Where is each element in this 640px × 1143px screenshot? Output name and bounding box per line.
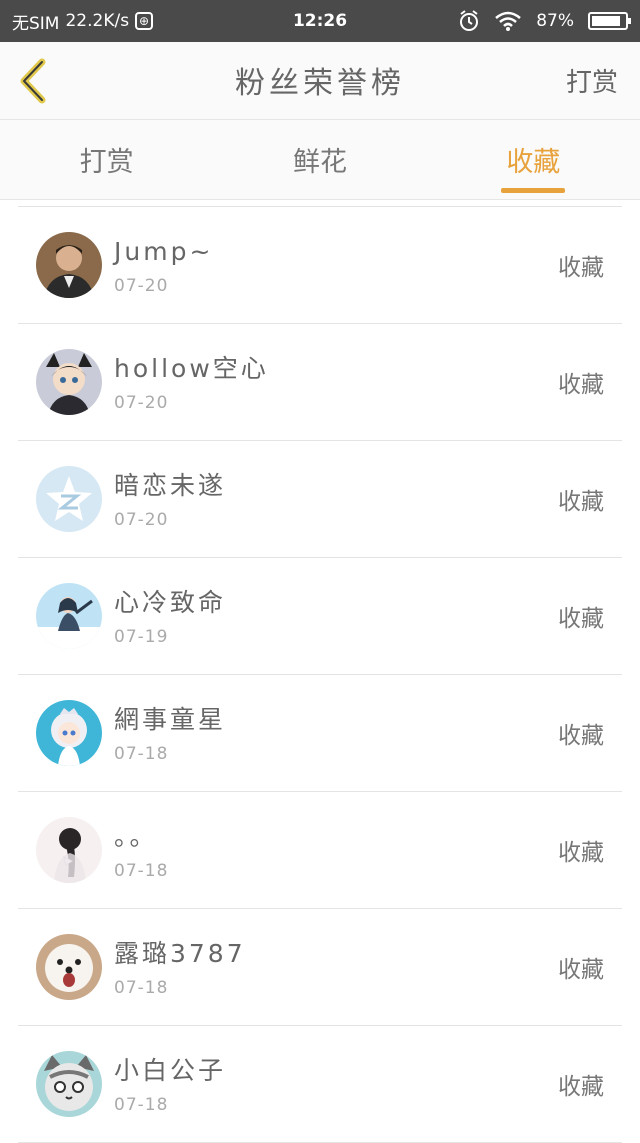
cartoon-cat-avatar-icon [36,1051,102,1117]
fan-action-label: 收藏 [558,1074,604,1100]
fan-date: 07-20 [114,393,169,413]
reward-button[interactable]: 打赏 [566,62,618,99]
fan-info: hollow空心 07-20 [114,351,269,413]
tab-reward[interactable]: 打赏 [0,120,213,199]
tab-bar: 打赏 鲜花 收藏 [0,120,640,200]
fan-date: 07-19 [114,627,169,647]
fan-date: 07-20 [114,276,169,296]
fan-name: hollow空心 [114,354,269,383]
fan-action-label: 收藏 [558,957,604,983]
list-item[interactable]: 暗恋未遂 07-20 收藏 [18,441,622,558]
qzone-default-avatar-icon [36,466,102,532]
tab-favorites[interactable]: 收藏 [427,120,640,199]
list-item[interactable]: 心冷致命 07-19 收藏 [18,558,622,675]
man-portrait-avatar-icon [36,232,102,298]
list-item[interactable]: 小白公子 07-18 收藏 [18,1026,622,1143]
fan-info: 心冷致命 07-19 [114,585,226,647]
fan-action-label: 收藏 [558,723,604,749]
anime-cat-girl-avatar-icon [36,349,102,415]
fan-action-label: 收藏 [558,489,604,515]
back-arrow-icon[interactable] [14,56,54,106]
fan-info: 小白公子 07-18 [114,1053,226,1115]
battery-icon [588,12,631,30]
fan-action-label: 收藏 [558,372,604,398]
fan-name: 露璐3787 [114,939,246,968]
fan-name: 。。 [114,822,158,851]
girl-back-avatar-icon [36,817,102,883]
alarm-icon [460,10,479,31]
list-item[interactable]: Jump~ 07-20 收藏 [18,207,622,324]
fan-info: 露璐3787 07-18 [114,936,246,998]
nav-bar: 粉丝荣誉榜 打赏 [0,42,640,120]
tab-flowers[interactable]: 鲜花 [213,120,426,199]
battery-percent: 87% [536,11,574,31]
page-title: 粉丝荣誉榜 [235,66,405,101]
fan-info: 。。 07-18 [114,819,168,881]
status-right: 87% [458,10,631,32]
globe-icon: ⊕ [135,12,154,30]
fan-date: 07-18 [114,978,169,998]
wifi-icon [495,11,522,31]
status-left: 无SIM 22.2K/s ⊕ [12,9,154,34]
fan-name: 暗恋未遂 [114,471,227,500]
fan-info: Jump~ 07-20 [114,234,213,296]
fan-name: Jump~ [114,237,214,266]
fan-list: Jump~ 07-20 收藏 hollow空心 07-20 收藏 暗恋未遂 07… [18,206,622,1143]
fan-action-label: 收藏 [558,606,604,632]
fan-name: 網事童星 [114,705,227,734]
list-item[interactable]: 網事童星 07-18 收藏 [18,675,622,792]
fan-action-label: 收藏 [558,840,604,866]
network-speed: 22.2K/s [65,11,130,31]
fan-action-label: 收藏 [558,255,604,281]
anime-figure-avatar-icon [36,583,102,649]
fan-name: 小白公子 [114,1056,227,1085]
list-item[interactable]: 露璐3787 07-18 收藏 [18,909,622,1026]
battery-fill [592,16,620,26]
fan-name: 心冷致命 [114,588,227,617]
fan-date: 07-18 [114,861,169,881]
list-item[interactable]: hollow空心 07-20 收藏 [18,324,622,441]
status-bar: 无SIM 22.2K/s ⊕ 12:26 87% [0,0,640,42]
fan-info: 暗恋未遂 07-20 [114,468,226,530]
carrier-label: 无SIM [12,13,60,34]
list-item[interactable]: 。。 07-18 收藏 [18,792,622,909]
anime-chibi-avatar-icon [36,700,102,766]
puppy-avatar-icon [36,934,102,1000]
fan-date: 07-18 [114,1095,169,1115]
fan-date: 07-20 [114,510,169,530]
fan-info: 網事童星 07-18 [114,702,226,764]
fan-date: 07-18 [114,744,169,764]
